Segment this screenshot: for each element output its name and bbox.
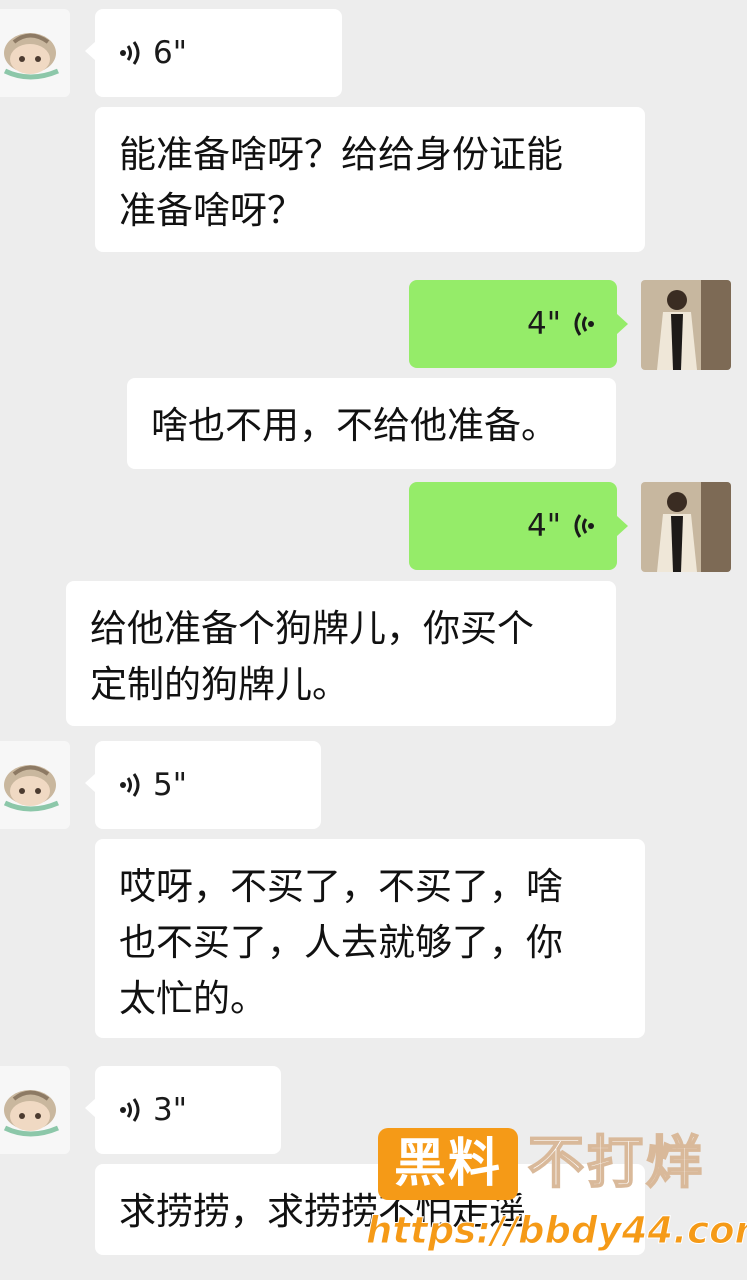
voice-duration: 3"	[153, 1092, 187, 1128]
voice-wave-icon	[120, 1098, 140, 1122]
message-text: 啥也不用，不给他准备。	[151, 404, 558, 447]
voice-duration: 5"	[153, 767, 187, 803]
voice-message-content: 4"	[527, 280, 595, 368]
text-message-bubble[interactable]: 啥也不用，不给他准备。	[127, 378, 616, 469]
watermark-url: https://bbdy44.com	[365, 1209, 747, 1253]
voice-wave-icon	[574, 312, 594, 336]
voice-message-content: 6"	[119, 9, 187, 97]
self-avatar-image	[641, 280, 731, 370]
voice-duration: 4"	[527, 306, 561, 342]
voice-wave-icon	[574, 514, 594, 538]
text-message-bubble[interactable]: 给他准备个狗牌儿，你买个 定制的狗牌儿。	[66, 581, 616, 726]
self-avatar-image	[641, 482, 731, 572]
contact-avatar[interactable]	[0, 1066, 70, 1154]
contact-avatar[interactable]	[0, 9, 70, 97]
voice-duration: 6"	[153, 35, 187, 71]
contact-avatar[interactable]	[0, 741, 70, 829]
message-text: 给他准备个狗牌儿，你买个 定制的狗牌儿。	[90, 607, 534, 706]
self-avatar[interactable]	[641, 280, 731, 370]
watermark: 黑料 不打烊 https://bbdy44.com	[365, 1128, 747, 1268]
text-message-bubble[interactable]: 能准备啥呀？给给身份证能 准备啥呀？	[95, 107, 645, 252]
contact-avatar-image	[0, 741, 70, 829]
contact-avatar-image	[0, 1066, 70, 1154]
voice-message-bubble[interactable]: 4"	[409, 280, 628, 368]
voice-wave-icon	[120, 773, 140, 797]
voice-message-content: 4"	[527, 482, 595, 570]
voice-message-bubble[interactable]: 5"	[85, 741, 321, 829]
message-text: 能准备啥呀？给给身份证能 准备啥呀？	[119, 133, 563, 232]
voice-message-content: 5"	[119, 741, 187, 829]
watermark-title: 不打烊	[527, 1130, 705, 1197]
self-avatar[interactable]	[641, 482, 731, 572]
voice-message-content: 3"	[119, 1066, 187, 1154]
watermark-badge: 黑料	[378, 1128, 518, 1200]
voice-message-bubble[interactable]: 4"	[409, 482, 628, 570]
text-message-bubble[interactable]: 哎呀，不买了，不买了，啥 也不买了，人去就够了，你 太忙的。	[95, 839, 645, 1038]
voice-duration: 4"	[527, 508, 561, 544]
voice-message-bubble[interactable]: 6"	[85, 9, 342, 97]
contact-avatar-image	[0, 9, 70, 97]
voice-message-bubble[interactable]: 3"	[85, 1066, 281, 1154]
message-text: 哎呀，不买了，不买了，啥 也不买了，人去就够了，你 太忙的。	[119, 865, 563, 1020]
voice-wave-icon	[120, 41, 140, 65]
